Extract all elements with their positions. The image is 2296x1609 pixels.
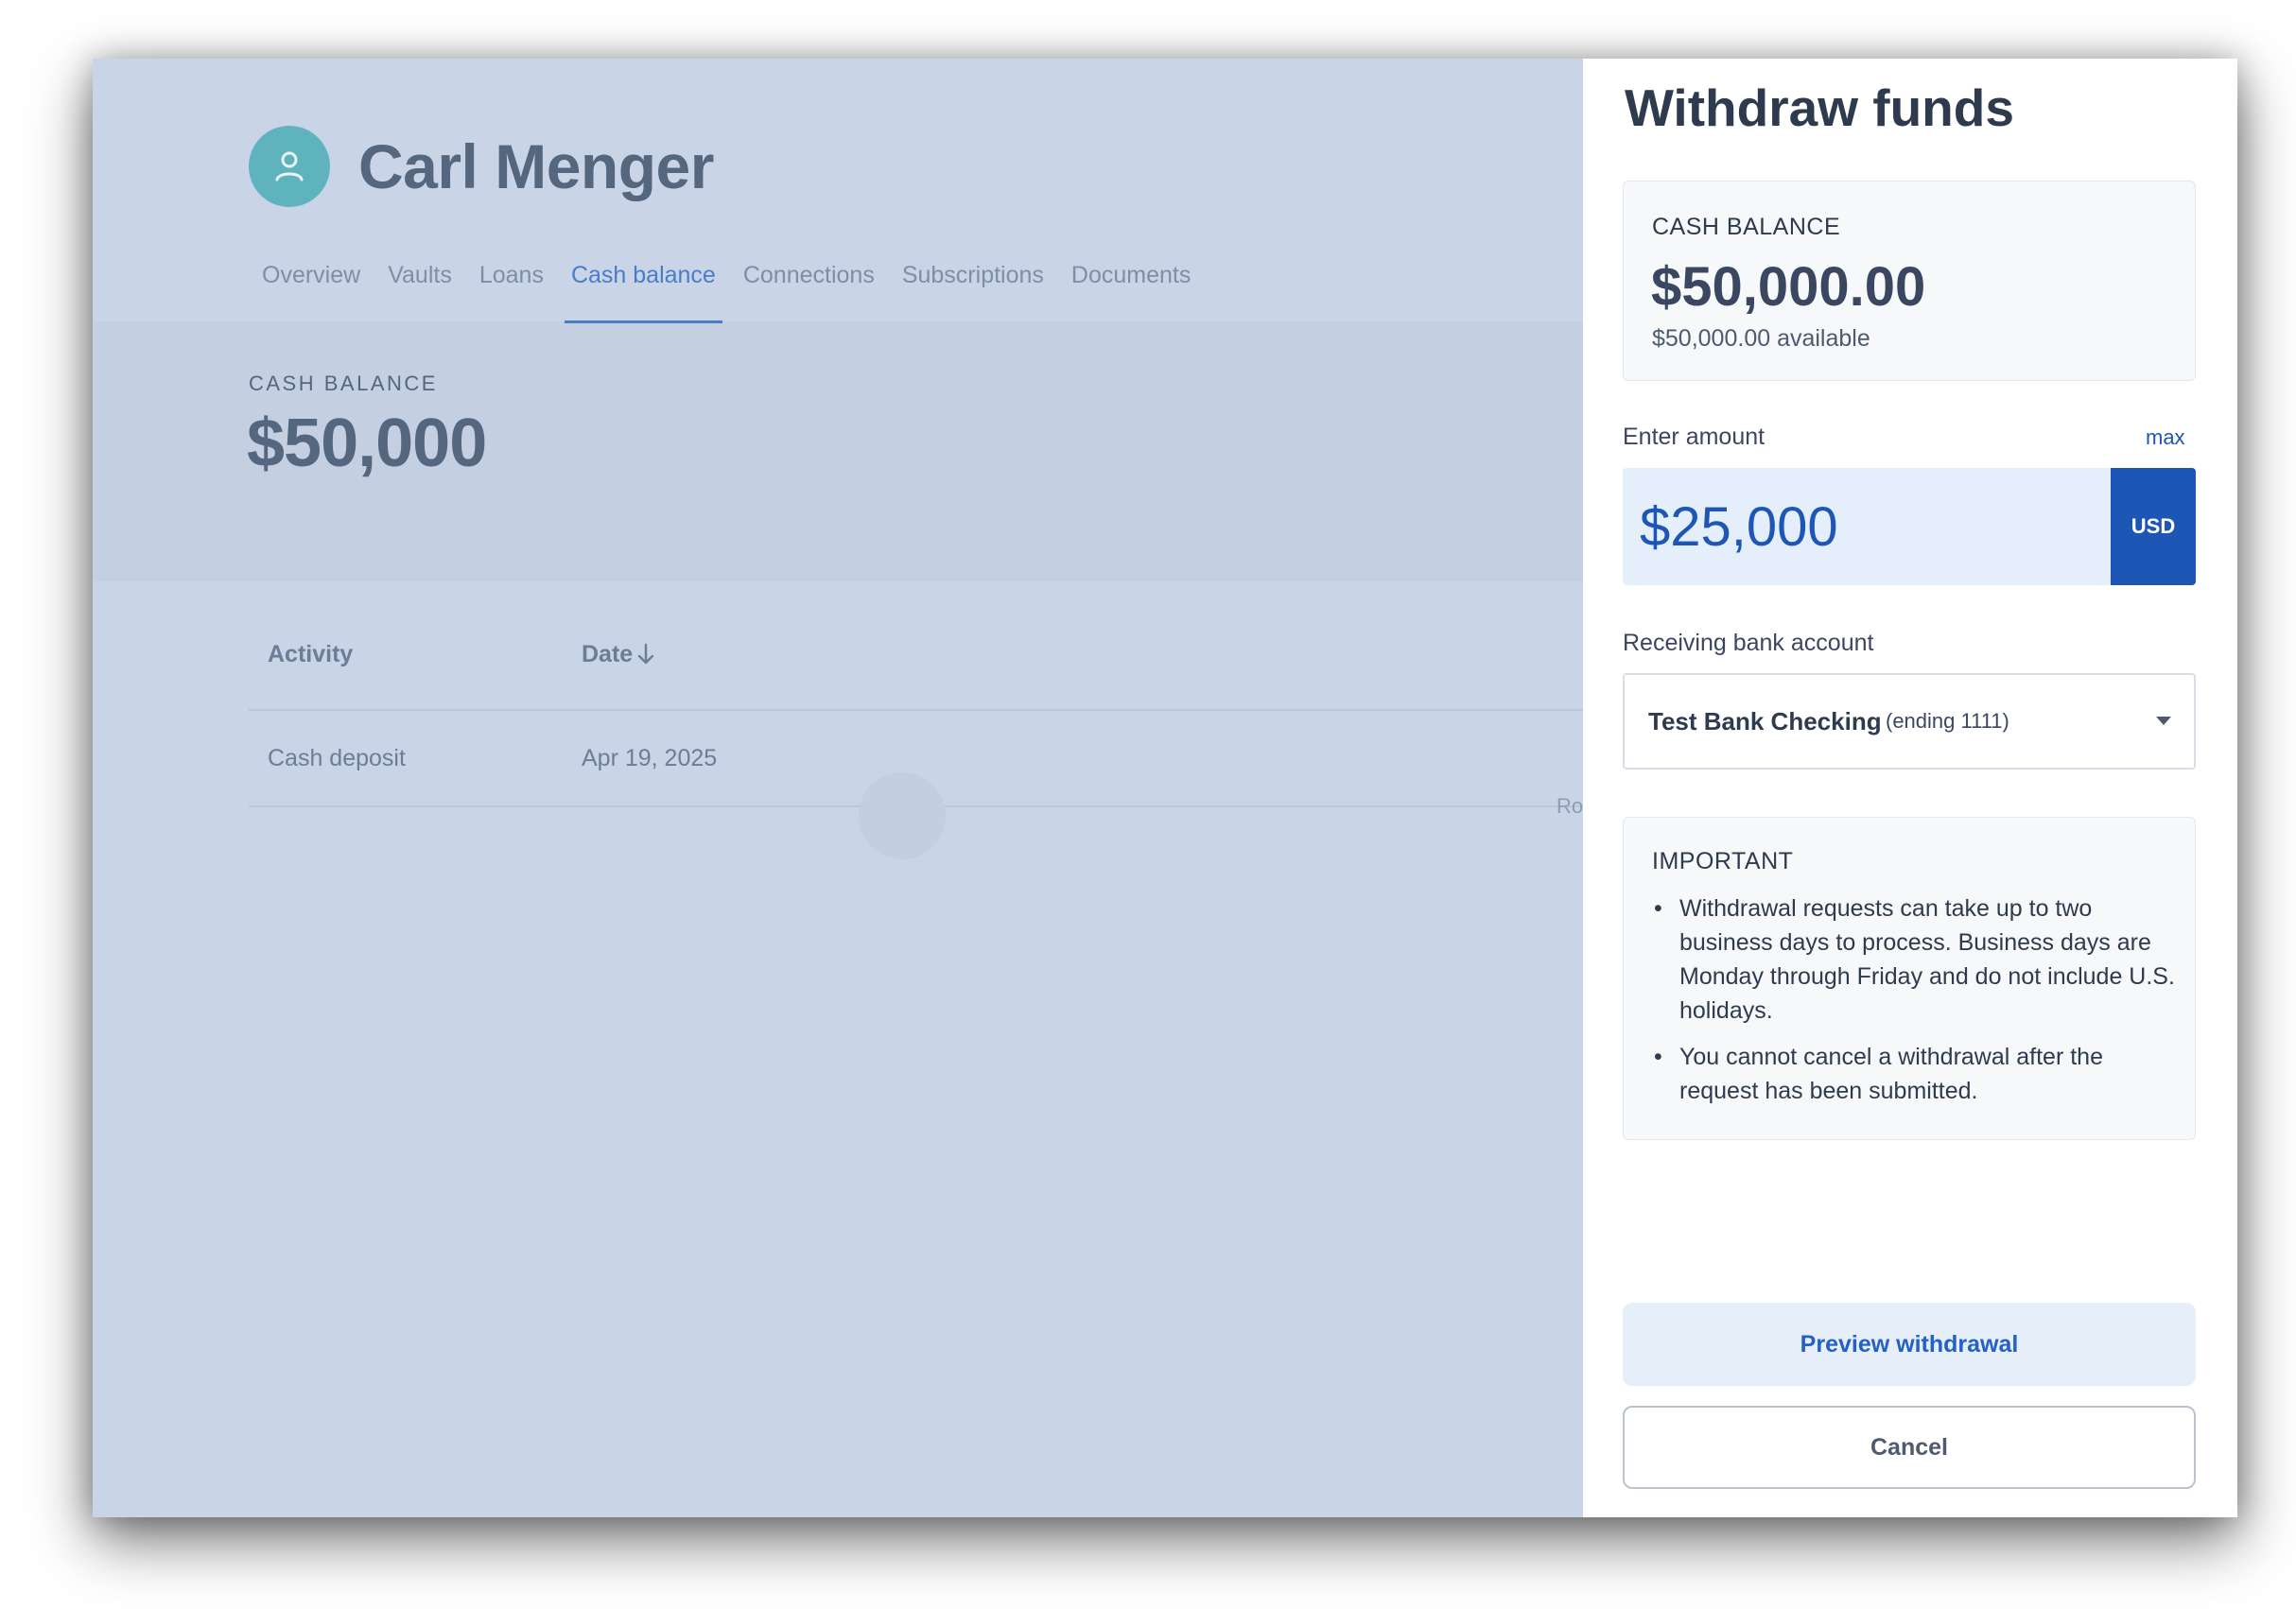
column-activity[interactable]: Activity [268,597,353,711]
loading-indicator [859,772,946,859]
withdraw-drawer: Withdraw funds CASH BALANCE $50,000.00 $… [1583,59,2237,1517]
bank-account-select[interactable]: Test Bank Checking (ending 1111) [1623,673,2196,770]
important-list: Withdrawal requests can take up to two b… [1652,891,2182,1120]
row-date: Apr 19, 2025 [582,745,718,771]
cash-balance-value: $50,000 [247,406,487,481]
drawer-title: Withdraw funds [1625,78,2014,137]
max-link[interactable]: max [2146,425,2185,450]
tab-vaults[interactable]: Vaults [381,251,459,323]
cancel-button[interactable]: Cancel [1623,1406,2196,1489]
tab-documents[interactable]: Documents [1065,251,1197,323]
important-title: IMPORTANT [1652,848,1794,874]
rows-per-page-label: Ro [1557,794,1584,818]
tab-bar: Overview Vaults Loans Cash balance Conne… [255,251,1211,326]
avatar [249,126,330,207]
customer-page: Carl Menger Overview Vaults Loans Cash b… [93,59,1583,1517]
column-date[interactable]: Date [582,597,656,711]
tab-overview[interactable]: Overview [255,251,367,323]
tab-loans[interactable]: Loans [473,251,550,323]
page-title: Carl Menger [358,131,714,201]
balance-card-label: CASH BALANCE [1652,214,1841,240]
table-header: Activity Date [249,597,1583,711]
balance-card: CASH BALANCE $50,000.00 $50,000.00 avail… [1623,181,2196,381]
column-date-label: Date [582,641,634,667]
bank-name: Test Bank Checking [1648,707,1882,735]
arrow-down-icon [637,643,654,665]
list-item: Withdrawal requests can take up to two b… [1652,891,2182,1028]
bank-account-label: Receiving bank account [1623,630,1874,656]
amount-label: Enter amount [1623,424,1765,450]
amount-field: USD [1623,468,2196,585]
amount-input[interactable] [1623,468,2110,585]
app-window: Carl Menger Overview Vaults Loans Cash b… [93,59,2237,1517]
currency-badge: USD [2111,468,2196,585]
bank-ending: (ending 1111) [1886,709,2009,733]
tab-cash-balance[interactable]: Cash balance [564,251,722,323]
tab-subscriptions[interactable]: Subscriptions [896,251,1051,323]
tab-connections[interactable]: Connections [737,251,881,323]
cash-balance-label: CASH BALANCE [249,372,438,395]
balance-card-available: $50,000.00 available [1652,325,1870,352]
chevron-down-icon [2156,717,2171,725]
balance-card-value: $50,000.00 [1651,256,1926,318]
user-icon [275,151,304,182]
list-item: You cannot cancel a withdrawal after the… [1652,1040,2182,1108]
important-notice: IMPORTANT Withdrawal requests can take u… [1623,817,2196,1140]
preview-withdrawal-button[interactable]: Preview withdrawal [1623,1303,2196,1386]
row-activity: Cash deposit [268,745,406,771]
